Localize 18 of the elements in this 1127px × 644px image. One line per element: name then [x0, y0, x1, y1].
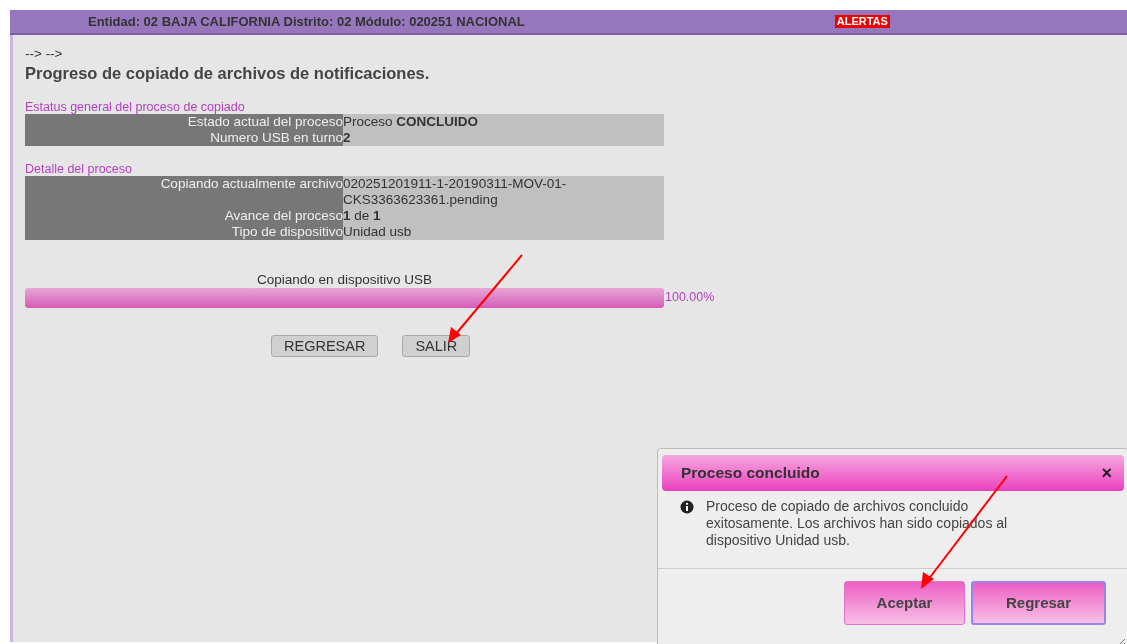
action-button[interactable]: REGRESAR	[271, 334, 379, 357]
section-heading: Estatus general del proceso de copiado	[25, 99, 246, 114]
action-button[interactable]: SALIR	[402, 334, 471, 357]
field-label: Estado actual del proceso	[25, 113, 343, 130]
breadcrumb-text: --> -->	[25, 47, 64, 60]
info-icon	[680, 500, 694, 514]
field-label: Copiando actualmente archivo	[25, 175, 343, 208]
close-button[interactable]: ×	[1101, 464, 1112, 482]
alerts-link[interactable]: ALERTAS	[834, 15, 890, 28]
progress-label: Copiando en dispositivo USB	[256, 271, 433, 288]
dialog-title: Proceso concluido	[681, 463, 820, 484]
dialog-button[interactable]: Aceptar	[844, 581, 965, 625]
page-title: Progreso de copiado de archivos de notificaciones.	[25, 63, 431, 84]
progress-reading: 100.00%	[665, 289, 715, 307]
section-heading: Detalle del proceso	[25, 161, 133, 176]
dialog-button[interactable]: Regresar	[971, 581, 1106, 625]
location-text: Entidad: 02 BAJA CALIFORNIA Distrito: 02 Módulo: 020251 NACIONAL	[88, 12, 525, 31]
field-value: Proceso CONCLUIDO	[343, 113, 664, 130]
